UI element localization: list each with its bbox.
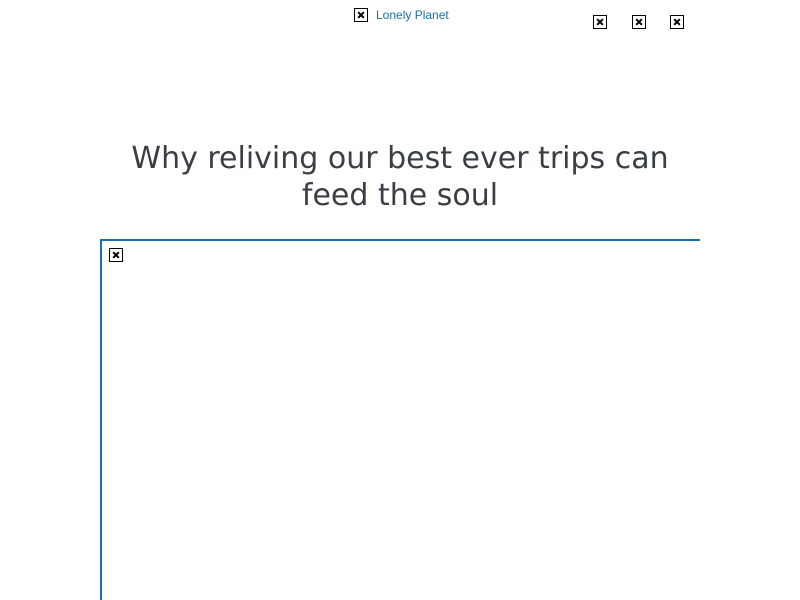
broken-image-icon bbox=[354, 8, 368, 22]
header-icon-1-broken-image-icon[interactable] bbox=[593, 15, 607, 29]
page: Lonely Planet Why reliving our best ever… bbox=[0, 0, 800, 600]
logo-link[interactable]: Lonely Planet bbox=[354, 7, 449, 23]
header-icon-3-broken-image-icon[interactable] bbox=[670, 15, 684, 29]
hero-broken-image-icon bbox=[109, 248, 123, 262]
hero-image-frame bbox=[100, 239, 700, 600]
header-icon-2-broken-image-icon[interactable] bbox=[632, 15, 646, 29]
article-headline: Why reliving our best ever trips can fee… bbox=[131, 141, 669, 213]
logo-alt-text: Lonely Planet bbox=[376, 8, 449, 22]
